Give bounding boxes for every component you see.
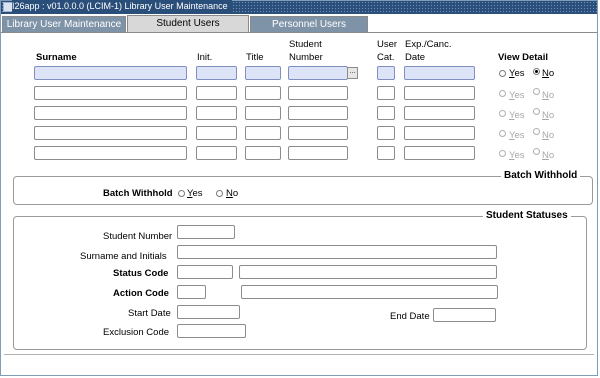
header-user-cat-line2: Cat. bbox=[377, 52, 395, 63]
ss-exclusion-code-input[interactable] bbox=[177, 324, 246, 338]
ss-start-date-input[interactable] bbox=[177, 305, 240, 319]
ss-status-description[interactable] bbox=[239, 265, 497, 279]
ss-status-code-input[interactable] bbox=[177, 265, 233, 279]
view-detail-yes-radio[interactable] bbox=[499, 110, 506, 117]
row-student-number-field[interactable] bbox=[288, 146, 348, 160]
ss-status-code-label: Status Code bbox=[113, 268, 169, 279]
ss-action-code-input[interactable] bbox=[177, 285, 206, 299]
view-detail-no-radio[interactable] bbox=[533, 88, 540, 95]
row-title-field[interactable] bbox=[245, 86, 281, 100]
row-exp-date-field[interactable] bbox=[404, 86, 475, 100]
batch-withhold-no-label[interactable]: No bbox=[226, 188, 238, 199]
tab-library-user-maintenance[interactable]: Library User Maintenance bbox=[2, 16, 126, 32]
view-detail-no-label[interactable]: No bbox=[542, 110, 554, 121]
row-init-field[interactable] bbox=[196, 66, 237, 80]
ss-end-date-label: End Date bbox=[390, 311, 430, 322]
row-init-field[interactable] bbox=[196, 126, 237, 140]
tab-divider bbox=[1, 32, 597, 33]
header-exp-date-line1: Exp./Canc. bbox=[405, 39, 452, 50]
window-title: I26app : v01.0.0.0 (LCIM-1) Library User… bbox=[12, 0, 232, 13]
view-detail-no-radio[interactable] bbox=[533, 108, 540, 115]
row-title-field[interactable] bbox=[245, 66, 281, 80]
row-surname-field[interactable] bbox=[34, 106, 187, 120]
row-user-cat-field[interactable] bbox=[377, 126, 395, 140]
batch-withhold-yes-label[interactable]: Yes bbox=[187, 188, 203, 199]
row-title-field[interactable] bbox=[245, 126, 281, 140]
ss-end-date-input[interactable] bbox=[433, 308, 496, 322]
student-statuses-group-title: Student Statuses bbox=[483, 210, 571, 221]
ss-action-code-label: Action Code bbox=[113, 288, 169, 299]
row-user-cat-field[interactable] bbox=[377, 146, 395, 160]
bottom-separator bbox=[4, 354, 594, 355]
row-user-cat-field[interactable] bbox=[377, 66, 395, 80]
student-statuses-group bbox=[13, 216, 587, 350]
view-detail-no-radio[interactable] bbox=[533, 128, 540, 135]
view-detail-yes-label[interactable]: Yes bbox=[509, 130, 525, 141]
header-student-number-line1: Student bbox=[289, 39, 322, 50]
view-detail-no-radio[interactable] bbox=[533, 148, 540, 155]
ss-student-number-label: Student Number bbox=[103, 231, 173, 242]
row-title-field[interactable] bbox=[245, 106, 281, 120]
view-detail-no-radio[interactable] bbox=[533, 68, 540, 75]
view-detail-yes-radio[interactable] bbox=[499, 130, 506, 137]
header-student-number-line2: Number bbox=[289, 52, 323, 63]
view-detail-no-label[interactable]: No bbox=[542, 68, 554, 79]
header-exp-date-line2: Date bbox=[405, 52, 426, 63]
row-user-cat-field[interactable] bbox=[377, 86, 395, 100]
row-exp-date-field[interactable] bbox=[404, 66, 475, 80]
row-exp-date-field[interactable] bbox=[404, 106, 475, 120]
row-student-number-field[interactable] bbox=[288, 66, 348, 80]
student-number-lov-button[interactable]: ... bbox=[347, 67, 358, 79]
row-student-number-field[interactable] bbox=[288, 126, 348, 140]
row-student-number-field[interactable] bbox=[288, 106, 348, 120]
view-detail-yes-label[interactable]: Yes bbox=[509, 68, 525, 79]
view-detail-no-label[interactable]: No bbox=[542, 90, 554, 101]
header-user-cat-line1: User bbox=[377, 39, 398, 50]
ss-surname-initials-label: Surname and Initials bbox=[80, 251, 167, 262]
header-view-detail: View Detail bbox=[498, 52, 548, 63]
view-detail-yes-radio[interactable] bbox=[499, 90, 506, 97]
batch-withhold-group-title: Batch Withhold bbox=[501, 170, 581, 181]
row-student-number-field[interactable] bbox=[288, 86, 348, 100]
ss-exclusion-code-label: Exclusion Code bbox=[103, 327, 170, 338]
view-detail-yes-label[interactable]: Yes bbox=[509, 150, 525, 161]
ss-start-date-label: Start Date bbox=[128, 308, 171, 319]
row-user-cat-field[interactable] bbox=[377, 106, 395, 120]
view-detail-yes-label[interactable]: Yes bbox=[509, 110, 525, 121]
view-detail-no-label[interactable]: No bbox=[542, 150, 554, 161]
view-detail-yes-label[interactable]: Yes bbox=[509, 90, 525, 101]
header-title: Title bbox=[246, 52, 264, 63]
header-init: Init. bbox=[197, 52, 213, 63]
row-init-field[interactable] bbox=[196, 146, 237, 160]
ss-student-number-input[interactable] bbox=[177, 225, 235, 239]
row-init-field[interactable] bbox=[196, 86, 237, 100]
row-surname-field[interactable] bbox=[34, 146, 187, 160]
batch-withhold-no-radio[interactable] bbox=[216, 190, 223, 197]
row-exp-date-field[interactable] bbox=[404, 126, 475, 140]
row-exp-date-field[interactable] bbox=[404, 146, 475, 160]
batch-withhold-label: Batch Withhold bbox=[103, 188, 173, 199]
tab-personnel-users[interactable]: Personnel Users bbox=[250, 16, 368, 32]
row-surname-field[interactable] bbox=[34, 126, 187, 140]
view-detail-yes-radio[interactable] bbox=[499, 150, 506, 157]
tab-student-users[interactable]: Student Users bbox=[127, 15, 249, 33]
ss-surname-initials-input[interactable] bbox=[177, 245, 497, 259]
view-detail-yes-radio[interactable] bbox=[499, 70, 506, 77]
row-surname-field[interactable] bbox=[34, 86, 187, 100]
header-surname: Surname bbox=[36, 52, 77, 63]
row-init-field[interactable] bbox=[196, 106, 237, 120]
row-surname-field[interactable] bbox=[34, 66, 187, 80]
batch-withhold-yes-radio[interactable] bbox=[178, 190, 185, 197]
row-title-field[interactable] bbox=[245, 146, 281, 160]
ss-action-description[interactable] bbox=[241, 285, 498, 299]
view-detail-no-label[interactable]: No bbox=[542, 130, 554, 141]
